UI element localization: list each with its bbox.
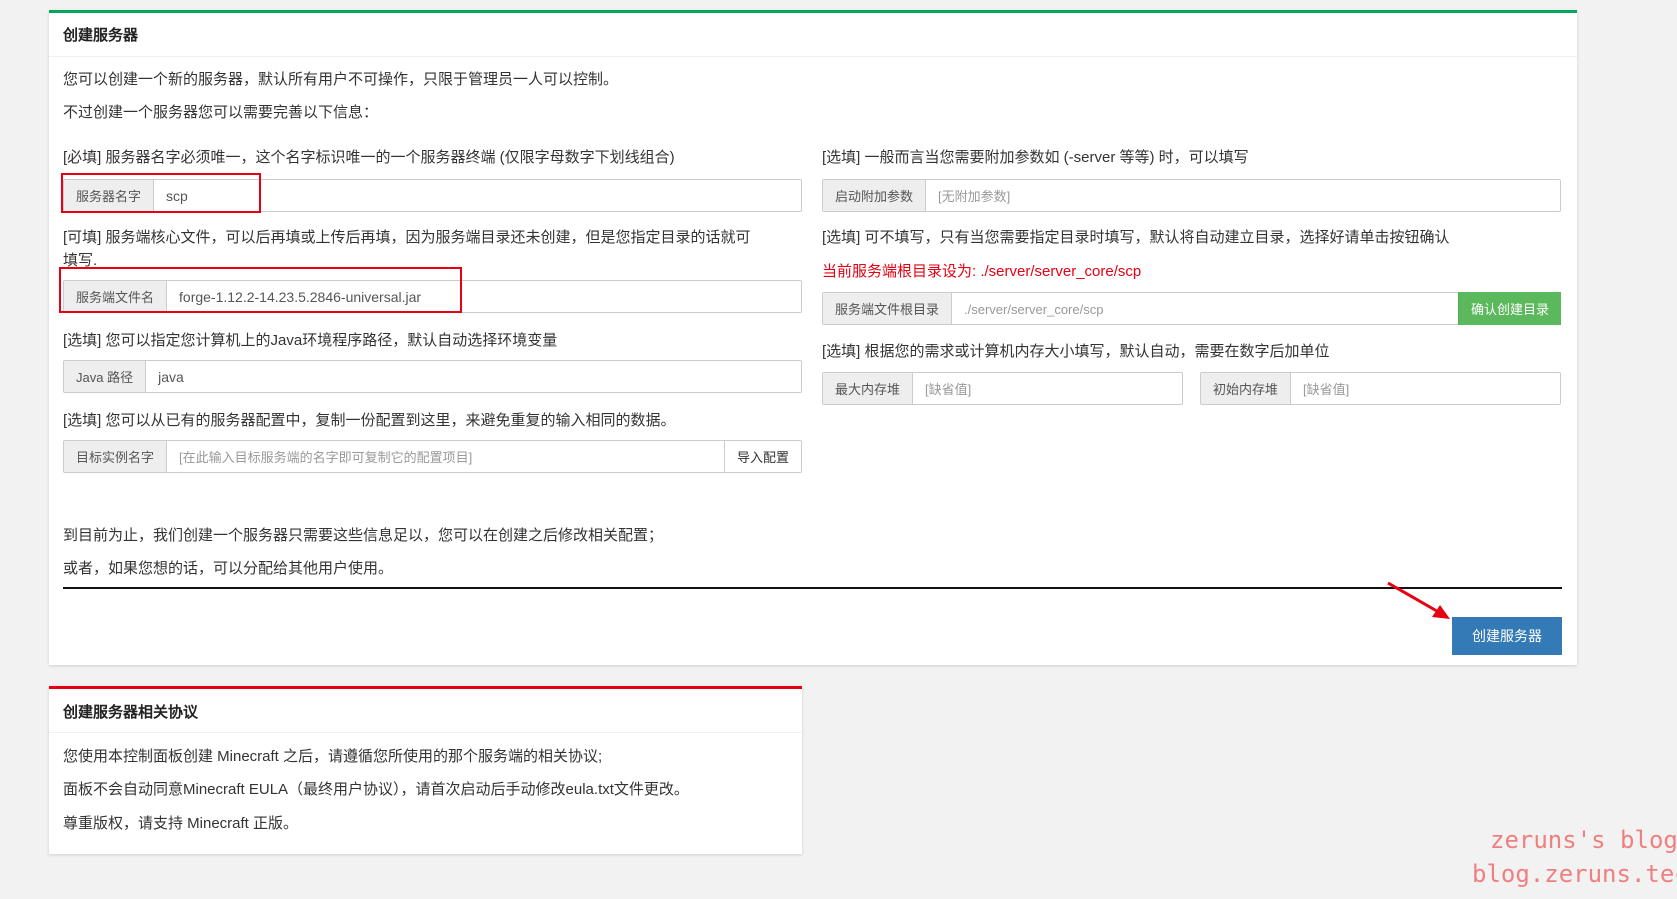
copy-label: 目标实例名字 bbox=[64, 441, 168, 472]
max-heap-label: 最大内存堆 bbox=[823, 373, 914, 404]
footer-text-2: 或者，如果您想的话，可以分配给其他用户使用。 bbox=[63, 560, 394, 577]
min-heap-group: 初始内存堆 bbox=[1200, 372, 1561, 405]
panel-header bbox=[49, 13, 1577, 57]
args-input[interactable] bbox=[926, 180, 1560, 211]
import-config-button[interactable]: 导入配置 bbox=[723, 441, 801, 472]
min-heap-label: 初始内存堆 bbox=[1201, 373, 1292, 404]
intro-text: 您可以创建一个新的服务器，默认所有用户不可操作，只限于管理员一人可以控制。 bbox=[63, 71, 619, 88]
max-heap-input[interactable] bbox=[913, 373, 1182, 404]
license-title: 创建服务器相关协议 bbox=[63, 704, 199, 721]
args-group: 启动附加参数 bbox=[822, 179, 1561, 212]
max-heap-group: 最大内存堆 bbox=[822, 372, 1183, 405]
min-heap-input[interactable] bbox=[1291, 373, 1560, 404]
dir-input[interactable] bbox=[952, 293, 1459, 324]
divider bbox=[63, 587, 1562, 589]
java-group: Java 路径 bbox=[63, 360, 802, 393]
copy-instance-input[interactable] bbox=[167, 441, 724, 472]
java-label: Java 路径 bbox=[64, 361, 147, 392]
highlight-box bbox=[61, 173, 261, 213]
server-name-hint: [必填] 服务器名字必须唯一，这个名字标识唯一的一个服务器终端 (仅限字母数字下… bbox=[63, 149, 675, 166]
copy-hint: [选填] 您可以从已有的服务器配置中，复制一份配置到这里，来避免重复的输入相同的… bbox=[63, 412, 676, 429]
watermark-url: blog.zeruns.tech bbox=[1472, 860, 1677, 888]
footer-text: 到目前为止，我们创建一个服务器只需要这些信息足以，您可以在创建之后修改相关配置； bbox=[63, 527, 664, 544]
dir-label: 服务端文件根目录 bbox=[823, 293, 953, 324]
current-dir-text: 当前服务端根目录设为: ./server/server_core/scp bbox=[822, 263, 1142, 280]
args-label: 启动附加参数 bbox=[823, 180, 927, 211]
watermark: zeruns's blog bbox=[1490, 826, 1677, 854]
dir-hint: [选填] 可不填写，只有当您需要指定目录时填写，默认将自动建立目录，选择好请单击… bbox=[822, 229, 1450, 246]
args-hint: [选填] 一般而言当您需要附加参数如 (-server 等等) 时，可以填写 bbox=[822, 149, 1249, 166]
create-server-panel: 创建服务器 您可以创建一个新的服务器，默认所有用户不可操作，只限于管理员一人可以… bbox=[49, 10, 1577, 665]
license-panel: 创建服务器相关协议 您使用本控制面板创建 Minecraft 之后，请遵循您所使… bbox=[49, 686, 802, 854]
create-server-button[interactable]: 创建服务器 bbox=[1452, 617, 1562, 655]
jar-hint: [可填] 服务端核心文件，可以后再填或上传后再填，因为服务端目录还未创建，但是您… bbox=[63, 229, 751, 246]
intro-text-2: 不过创建一个服务器您可以需要完善以下信息： bbox=[63, 104, 379, 121]
copy-group: 目标实例名字 导入配置 bbox=[63, 440, 802, 473]
java-path-input[interactable] bbox=[146, 361, 801, 392]
license-line: 您使用本控制面板创建 Minecraft 之后，请遵循您所使用的那个服务端的相关… bbox=[63, 748, 603, 765]
java-hint: [选填] 您可以指定您计算机上的Java环境程序路径，默认自动选择环境变量 bbox=[63, 332, 558, 349]
panel-title: 创建服务器 bbox=[63, 27, 139, 44]
confirm-create-dir-button[interactable]: 确认创建目录 bbox=[1457, 292, 1561, 325]
license-line: 尊重版权，请支持 Minecraft 正版。 bbox=[63, 815, 299, 832]
highlight-box bbox=[59, 267, 462, 313]
dir-group: 服务端文件根目录 确认创建目录 bbox=[822, 292, 1561, 325]
arrow-annotation-icon bbox=[1387, 581, 1450, 619]
memory-hint: [选填] 根据您的需求或计算机内存大小填写，默认自动，需要在数字后加单位 bbox=[822, 343, 1330, 360]
license-line: 面板不会自动同意Minecraft EULA（最终用户协议），请首次启动后手动修… bbox=[63, 781, 689, 798]
